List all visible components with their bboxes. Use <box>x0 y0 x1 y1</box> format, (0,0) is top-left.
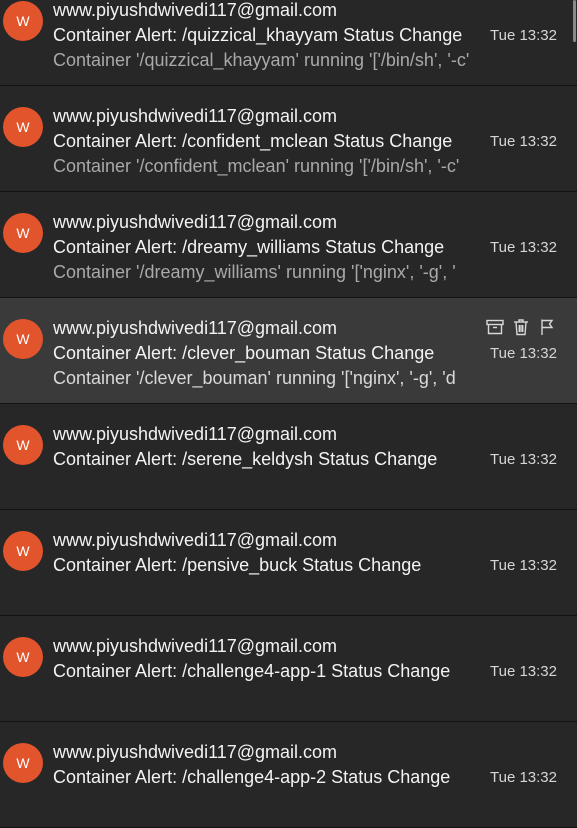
message-subject: Container Alert: /challenge4-app-2 Statu… <box>53 767 451 787</box>
scrollbar[interactable] <box>572 0 577 776</box>
message-item[interactable]: W www.piyushdwivedi117@gmail.com Contain… <box>0 86 577 192</box>
message-item[interactable]: W www.piyushdwivedi117@gmail.com Contain… <box>0 0 577 86</box>
sender-avatar: W <box>3 743 43 783</box>
sender-avatar: W <box>3 531 43 571</box>
sender-address: www.piyushdwivedi117@gmail.com <box>53 106 338 126</box>
message-subject: Container Alert: /pensive_buck Status Ch… <box>53 555 422 575</box>
message-subject: Container Alert: /dreamy_williams Status… <box>53 237 445 257</box>
message-preview: Container '/dreamy_williams' running '['… <box>53 262 456 282</box>
message-subject: Container Alert: /serene_keldysh Status … <box>53 449 438 469</box>
sender-avatar: W <box>3 1 43 41</box>
message-time: Tue 13:32 <box>490 133 557 150</box>
message-preview: Container '/quizzical_khayyam' running '… <box>53 50 470 70</box>
message-time: Tue 13:32 <box>490 769 557 786</box>
message-item[interactable]: W www.piyushdwivedi117@gmail.com Contain… <box>0 510 577 616</box>
sender-address: www.piyushdwivedi117@gmail.com <box>53 636 338 656</box>
message-subject: Container Alert: /clever_bouman Status C… <box>53 343 435 363</box>
message-item[interactable]: W www.piyushdwivedi117@gmail.com Contain… <box>0 616 577 722</box>
message-item[interactable]: W www.piyushdwivedi117@gmail.com Contain… <box>0 722 577 828</box>
sender-address: www.piyushdwivedi117@gmail.com <box>53 424 338 444</box>
message-time: Tue 13:32 <box>490 663 557 680</box>
message-time: Tue 13:32 <box>490 27 557 44</box>
message-item[interactable]: W www.piyushdwivedi117@gmail.com Contain… <box>0 192 577 298</box>
sender-address: www.piyushdwivedi117@gmail.com <box>53 530 338 550</box>
sender-address: www.piyushdwivedi117@gmail.com <box>53 742 338 762</box>
sender-avatar: W <box>3 425 43 465</box>
message-item-hovered[interactable]: W www.piyushdwivedi117@gmail.com Contain… <box>0 298 577 404</box>
message-subject: Container Alert: /confident_mclean Statu… <box>53 131 453 151</box>
flag-icon[interactable] <box>537 317 557 337</box>
scrollbar-thumb[interactable] <box>573 0 576 42</box>
sender-avatar: W <box>3 637 43 677</box>
message-item[interactable]: W www.piyushdwivedi117@gmail.com Contain… <box>0 404 577 510</box>
message-subject: Container Alert: /quizzical_khayyam Stat… <box>53 25 463 45</box>
message-subject: Container Alert: /challenge4-app-1 Statu… <box>53 661 451 681</box>
hover-actions <box>485 317 557 337</box>
archive-icon[interactable] <box>485 317 505 337</box>
sender-address: www.piyushdwivedi117@gmail.com <box>53 318 338 338</box>
message-time: Tue 13:32 <box>490 451 557 468</box>
sender-avatar: W <box>3 107 43 147</box>
message-preview: Container '/clever_bouman' running '['ng… <box>53 368 456 388</box>
message-preview: Container '/confident_mclean' running '[… <box>53 156 460 176</box>
sender-address: www.piyushdwivedi117@gmail.com <box>53 212 338 232</box>
message-time: Tue 13:32 <box>490 239 557 256</box>
message-list: W www.piyushdwivedi117@gmail.com Contain… <box>0 0 577 828</box>
message-time: Tue 13:32 <box>490 557 557 574</box>
message-time: Tue 13:32 <box>490 345 557 362</box>
sender-address: www.piyushdwivedi117@gmail.com <box>53 0 338 20</box>
sender-avatar: W <box>3 213 43 253</box>
trash-icon[interactable] <box>511 317 531 337</box>
sender-avatar: W <box>3 319 43 359</box>
